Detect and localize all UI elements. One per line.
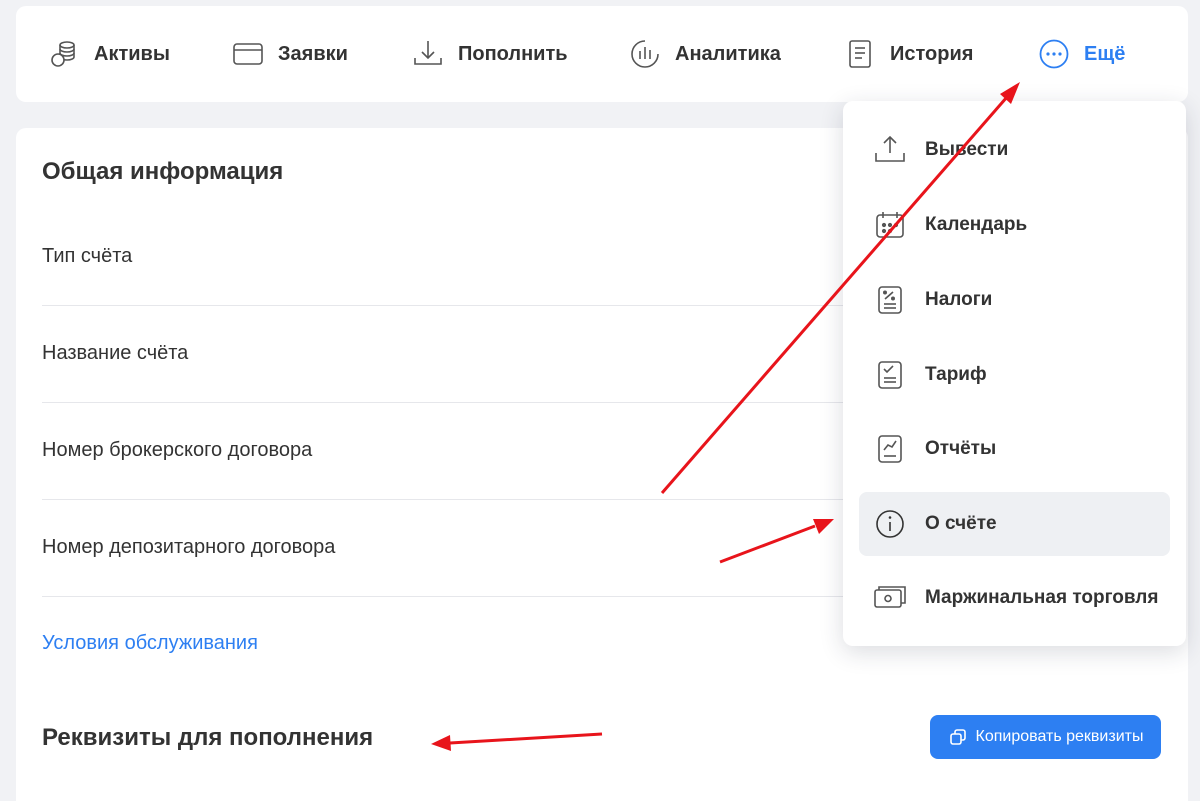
upload-icon: [873, 133, 907, 167]
divider: [42, 596, 882, 597]
more-dropdown-menu: Вывести Календарь Налоги Тариф Отчёты О …: [843, 101, 1186, 646]
menu-item-reports-label: Отчёты: [925, 438, 997, 459]
nav-assets[interactable]: Активы: [46, 6, 170, 102]
card-icon: [230, 36, 266, 72]
tariff-document-icon: [873, 358, 907, 392]
copy-requisites-label: Копировать реквизиты: [975, 728, 1144, 745]
copy-requisites-button[interactable]: Копировать реквизиты: [930, 715, 1161, 759]
info-icon: [873, 507, 907, 541]
document-icon: [842, 36, 878, 72]
menu-item-about-account-label: О счёте: [925, 513, 997, 534]
nav-history-label: История: [890, 42, 974, 65]
info-row-depository-contract: Номер депозитарного договора: [42, 536, 336, 558]
info-row-account-name: Название счёта: [42, 342, 189, 364]
nav-history[interactable]: История: [842, 6, 973, 102]
menu-item-withdraw[interactable]: Вывести: [859, 118, 1170, 182]
menu-item-calendar-label: Календарь: [925, 214, 1028, 235]
menu-item-about-account[interactable]: О счёте: [859, 492, 1170, 556]
tax-document-icon: [873, 283, 907, 317]
menu-item-calendar[interactable]: Календарь: [859, 193, 1170, 257]
service-terms-link[interactable]: Условия обслуживания: [42, 632, 258, 655]
menu-item-margin-trading[interactable]: Маржинальная торговля: [859, 566, 1170, 630]
nav-orders[interactable]: Заявки: [230, 6, 348, 102]
menu-item-withdraw-label: Вывести: [925, 139, 1009, 160]
coins-stack-icon: [46, 36, 82, 72]
menu-item-tariff[interactable]: Тариф: [859, 343, 1170, 407]
nav-analytics-label: Аналитика: [675, 42, 781, 65]
download-icon: [410, 36, 446, 72]
nav-deposit-label: Пополнить: [458, 42, 568, 65]
requisites-title: Реквизиты для пополнения: [42, 724, 374, 751]
nav-analytics[interactable]: Аналитика: [627, 6, 781, 102]
analytics-icon: [627, 36, 663, 72]
menu-item-margin-trading-label: Маржинальная торговля: [925, 587, 1159, 608]
copy-icon: [948, 727, 968, 747]
nav-more[interactable]: Ещё: [1036, 6, 1125, 102]
nav-orders-label: Заявки: [278, 42, 348, 65]
more-dots-icon: [1036, 36, 1072, 72]
nav-assets-label: Активы: [94, 42, 170, 65]
info-row-broker-contract: Номер брокерского договора: [42, 439, 313, 461]
calendar-icon: [873, 208, 907, 242]
report-chart-icon: [873, 432, 907, 466]
cash-note-icon: [873, 581, 907, 615]
menu-item-reports[interactable]: Отчёты: [859, 417, 1170, 481]
info-row-account-type: Тип счёта: [42, 245, 133, 267]
menu-item-tariff-label: Тариф: [925, 364, 987, 385]
nav-deposit[interactable]: Пополнить: [410, 6, 568, 102]
menu-item-taxes-label: Налоги: [925, 289, 993, 310]
general-info-title: Общая информация: [42, 158, 284, 185]
menu-item-taxes[interactable]: Налоги: [859, 268, 1170, 332]
nav-more-label: Ещё: [1084, 42, 1126, 65]
top-navigation: Активы Заявки Пополнить Аналитика Истори…: [16, 6, 1188, 102]
